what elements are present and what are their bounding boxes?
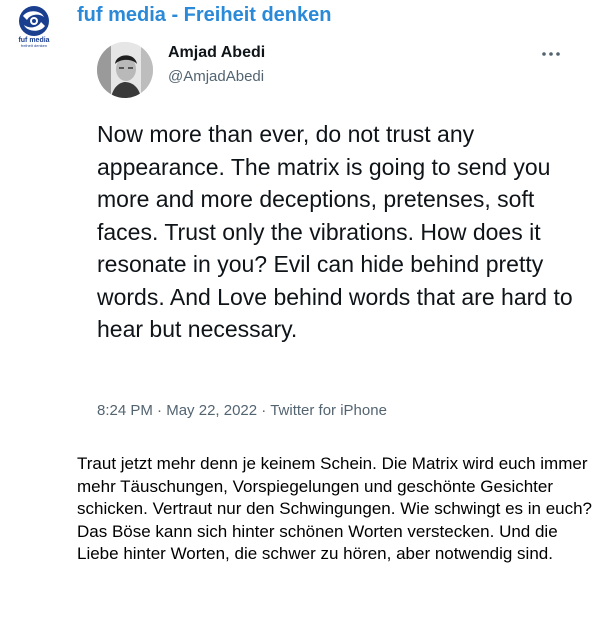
- author-name[interactable]: Amjad Abedi: [168, 44, 265, 62]
- translation-text: Traut jetzt mehr denn je keinem Schein. …: [77, 454, 593, 563]
- more-dots-icon[interactable]: [539, 48, 563, 60]
- tweet-time[interactable]: 8:24 PM: [97, 402, 153, 419]
- avatar-portrait-icon: [97, 42, 153, 98]
- tweet-source: Twitter for iPhone: [270, 402, 387, 419]
- channel-avatar[interactable]: fuf media freiheit denken: [14, 4, 54, 48]
- meta-separator: ·: [261, 402, 267, 419]
- message-view: fuf media freiheit denken fuf media - Fr…: [0, 0, 612, 640]
- tweet-date[interactable]: May 22, 2022: [166, 402, 257, 419]
- author-handle[interactable]: @AmjadAbedi: [168, 68, 264, 85]
- tweet-text: Now more than ever, do not trust any app…: [97, 121, 573, 342]
- author-avatar[interactable]: [97, 42, 153, 98]
- swirl-logo-icon: [19, 6, 49, 36]
- tweet-meta: 8:24 PM · May 22, 2022 · Twitter for iPh…: [97, 402, 387, 419]
- logo-subtext: freiheit denken: [20, 43, 48, 48]
- tweet-card[interactable]: Amjad Abedi @AmjadAbedi Now more than ev…: [77, 30, 596, 430]
- channel-name[interactable]: fuf media - Freiheit denken: [77, 4, 331, 27]
- meta-separator: ·: [157, 402, 163, 419]
